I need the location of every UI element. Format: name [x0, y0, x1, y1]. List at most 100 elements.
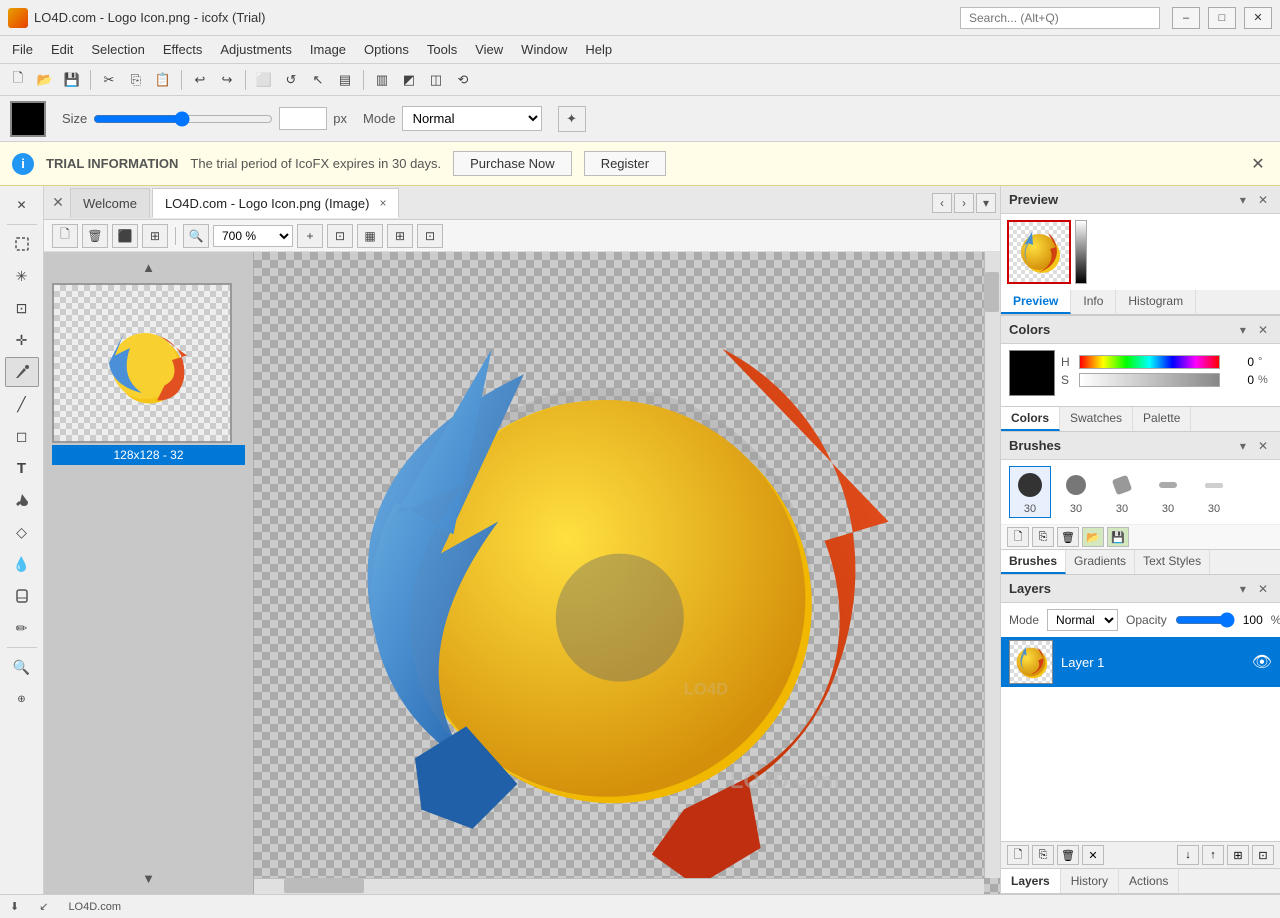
scroll-up-button[interactable]: ▲: [52, 260, 245, 275]
preview-collapse-button[interactable]: ▾: [1236, 192, 1250, 208]
zoom-select[interactable]: 700 % 400 % 200 % 100 %: [213, 225, 293, 247]
alpha-button[interactable]: ⟲: [451, 68, 475, 92]
color-swatch[interactable]: [1009, 350, 1055, 396]
mode-extra-button[interactable]: ✦: [558, 106, 586, 132]
image-tab-close[interactable]: ×: [379, 196, 386, 210]
close-all-tabs-button[interactable]: ✕: [48, 193, 68, 213]
flatten-btn[interactable]: ⬛: [112, 224, 138, 248]
zoom-out-btn[interactable]: 🔍: [183, 224, 209, 248]
size-input[interactable]: 50: [279, 107, 327, 130]
eyedropper-tool[interactable]: [5, 581, 39, 611]
size-slider[interactable]: [93, 111, 273, 127]
hue-slider[interactable]: [1079, 355, 1220, 369]
brush-new-button[interactable]: 🗋: [1007, 527, 1029, 547]
cut-button[interactable]: ✂: [97, 68, 121, 92]
dropper-tool[interactable]: 💧: [5, 549, 39, 579]
sub-btn4[interactable]: ⊞: [142, 224, 168, 248]
brush-copy-button[interactable]: ⎘: [1032, 527, 1054, 547]
eraser-tool[interactable]: ◇: [5, 517, 39, 547]
pencil-tool[interactable]: ✏: [5, 613, 39, 643]
zoom-tool[interactable]: 🔍: [5, 652, 39, 682]
grid2-button[interactable]: ◩: [397, 68, 421, 92]
transform1-button[interactable]: ⬜: [252, 68, 276, 92]
purchase-now-button[interactable]: Purchase Now: [453, 151, 572, 176]
layer-flatten-button[interactable]: ⊡: [1252, 845, 1274, 865]
layer-merge-button[interactable]: ⊞: [1227, 845, 1249, 865]
layer-link-button[interactable]: ✕: [1082, 845, 1104, 865]
welcome-tab[interactable]: Welcome: [70, 188, 150, 218]
icon-resize-button[interactable]: ▤: [333, 68, 357, 92]
brush-import-button[interactable]: 📂: [1082, 527, 1104, 547]
menubar-item-adjustments[interactable]: Adjustments: [212, 39, 300, 60]
transform2-button[interactable]: ↺: [279, 68, 303, 92]
colors-close-button[interactable]: ✕: [1254, 322, 1272, 338]
close-panel-button[interactable]: ✕: [5, 190, 39, 220]
zoom-in-btn[interactable]: +: [297, 224, 323, 248]
colors-collapse-button[interactable]: ▾: [1236, 322, 1250, 338]
register-button[interactable]: Register: [584, 151, 666, 176]
tab-history[interactable]: History: [1061, 869, 1119, 893]
layer-down-button[interactable]: ↓: [1177, 845, 1199, 865]
save-file-button[interactable]: 💾: [60, 68, 84, 92]
paint-brush-tool[interactable]: [5, 357, 39, 387]
tab-prev-button[interactable]: ‹: [932, 193, 952, 213]
delete-layer-btn[interactable]: 🗑: [82, 224, 108, 248]
menubar-item-help[interactable]: Help: [577, 39, 620, 60]
tab-colors[interactable]: Colors: [1001, 407, 1060, 431]
paste-button[interactable]: 📋: [151, 68, 175, 92]
brush-item-1[interactable]: 30: [1009, 466, 1051, 518]
maximize-button[interactable]: □: [1208, 7, 1236, 29]
saturation-slider[interactable]: [1079, 373, 1220, 387]
horizontal-scrollbar[interactable]: [254, 878, 984, 894]
brushes-close-button[interactable]: ✕: [1254, 438, 1272, 454]
minimize-button[interactable]: –: [1172, 7, 1200, 29]
fill-tool[interactable]: [5, 485, 39, 515]
coord-tool[interactable]: ⊕: [5, 684, 39, 714]
opacity-slider[interactable]: [1175, 612, 1235, 628]
menubar-item-selection[interactable]: Selection: [83, 39, 152, 60]
brush-export-button[interactable]: 💾: [1107, 527, 1129, 547]
grid-toggle-btn[interactable]: ▦: [357, 224, 383, 248]
tab-preview[interactable]: Preview: [1001, 290, 1071, 314]
grid3-button[interactable]: ◫: [424, 68, 448, 92]
tab-layers[interactable]: Layers: [1001, 869, 1061, 893]
layers-close-button[interactable]: ✕: [1254, 581, 1272, 597]
layer-visibility-icon[interactable]: 👁: [1252, 652, 1272, 672]
layer-item-1[interactable]: Layer 1 👁: [1001, 637, 1280, 687]
guides-btn[interactable]: ⊡: [417, 224, 443, 248]
menubar-item-edit[interactable]: Edit: [43, 39, 81, 60]
tab-info[interactable]: Info: [1071, 290, 1116, 314]
scroll-down-button[interactable]: ▼: [52, 871, 245, 886]
close-button[interactable]: ✕: [1244, 7, 1272, 29]
menubar-item-effects[interactable]: Effects: [155, 39, 211, 60]
vertical-scrollbar[interactable]: [984, 252, 1000, 878]
tab-gradients[interactable]: Gradients: [1066, 550, 1135, 574]
transform-tool[interactable]: ⊡: [5, 293, 39, 323]
tab-list-button[interactable]: ▾: [976, 193, 996, 213]
zoom-fit-btn[interactable]: ⊡: [327, 224, 353, 248]
copy-button[interactable]: ⎘: [124, 68, 148, 92]
select-button[interactable]: ↖: [306, 68, 330, 92]
image-thumbnail[interactable]: [52, 283, 232, 443]
brush-item-5[interactable]: 30: [1193, 466, 1235, 518]
menubar-item-options[interactable]: Options: [356, 39, 417, 60]
main-canvas[interactable]: LO4D LO4D.com: [254, 252, 1000, 894]
tab-next-button[interactable]: ›: [954, 193, 974, 213]
layers-mode-select[interactable]: Normal Multiply: [1047, 609, 1118, 631]
mode-select[interactable]: Normal Multiply Screen Overlay: [402, 106, 542, 131]
text-tool[interactable]: T: [5, 453, 39, 483]
tab-swatches[interactable]: Swatches: [1060, 407, 1133, 431]
layer-delete-button[interactable]: 🗑: [1057, 845, 1079, 865]
open-file-button[interactable]: 📂: [33, 68, 57, 92]
selection-tool[interactable]: [5, 229, 39, 259]
layer-up-button[interactable]: ↑: [1202, 845, 1224, 865]
menubar-item-image[interactable]: Image: [302, 39, 354, 60]
new-layer-btn[interactable]: 🗋: [52, 224, 78, 248]
brush-delete-button[interactable]: 🗑: [1057, 527, 1079, 547]
tab-actions[interactable]: Actions: [1119, 869, 1179, 893]
new-file-button[interactable]: 🗋: [6, 68, 30, 92]
image-tab[interactable]: LO4D.com - Logo Icon.png (Image) ×: [152, 188, 400, 218]
layer-new-button[interactable]: 🗋: [1007, 845, 1029, 865]
brush-item-2[interactable]: 30: [1055, 466, 1097, 518]
tab-histogram[interactable]: Histogram: [1116, 290, 1196, 314]
